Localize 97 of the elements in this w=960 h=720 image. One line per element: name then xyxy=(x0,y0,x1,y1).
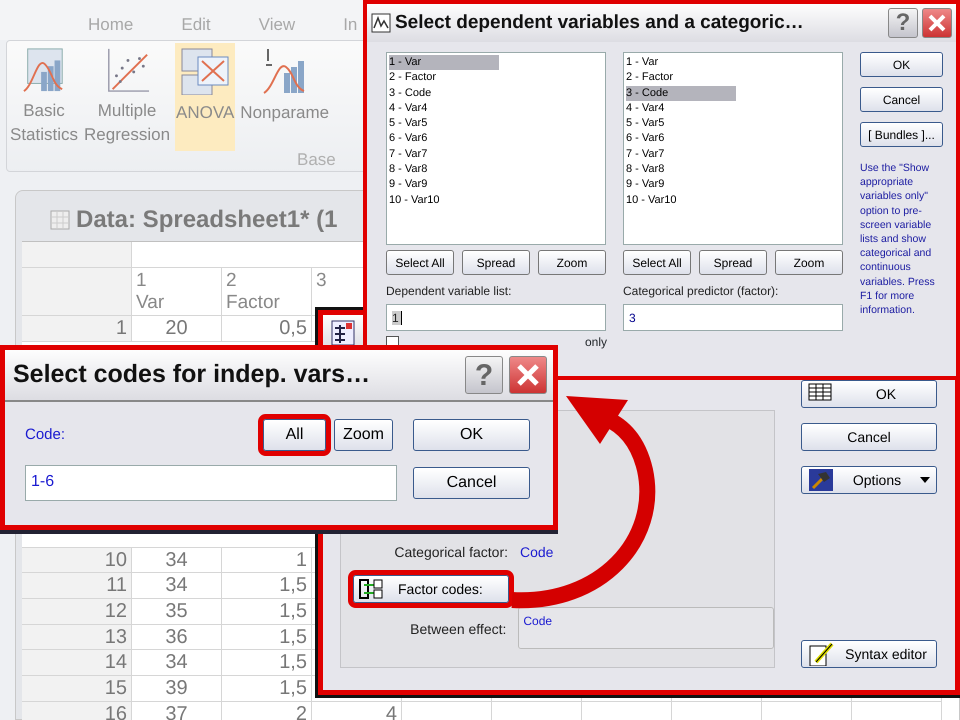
list-item[interactable]: 7 - Var7 xyxy=(626,146,736,162)
list-item[interactable]: 1 - Var xyxy=(389,55,499,70)
window-title: Select codes for indep. vars… xyxy=(13,359,372,390)
dialog-button[interactable]: Zoom xyxy=(334,419,393,451)
help-button[interactable]: ? xyxy=(888,8,918,38)
table-cell: 34 xyxy=(132,650,222,676)
row-number: 14 xyxy=(22,650,132,676)
field-label: Dependent variable list: xyxy=(386,283,512,300)
list-item[interactable]: 4 - Var4 xyxy=(389,100,499,116)
table-cell: 20 xyxy=(132,316,222,342)
row-number: 16 xyxy=(22,702,132,720)
field-label: Code: xyxy=(25,424,66,445)
list-item[interactable]: 8 - Var8 xyxy=(389,162,499,178)
help-text: Use the "Show appropriate variables only" option to pre-screen variable lists and show categorical and continuous variables. Press F1 for more information. xyxy=(860,161,936,318)
list-button[interactable]: Select All xyxy=(386,250,454,275)
ribbon-group-label: Base xyxy=(297,149,336,171)
variable-list[interactable]: 1 - Var 2 - Factor 3 - Code 4 - Var4 5 - Var5 6 - Var6 7 - Var7 8 - Var8 9 - Var9 10 - Var10 xyxy=(623,52,843,245)
chart-icon xyxy=(371,13,391,33)
row-number: 12 xyxy=(22,599,132,625)
list-item[interactable]: 2 - Factor xyxy=(389,70,499,86)
window-title: Select dependent variables and a categoric… xyxy=(395,10,805,35)
list-item[interactable]: 7 - Var7 xyxy=(389,146,499,162)
table-cell: 35 xyxy=(132,599,222,625)
variable-list[interactable]: 1 - Var 2 - Factor 3 - Code 4 - Var4 5 - Var5 6 - Var6 7 - Var7 8 - Var8 9 - Var9 10 - Var10 xyxy=(386,52,606,245)
dialog-button[interactable]: OK xyxy=(860,52,943,77)
grid-arrows-icon xyxy=(358,578,384,600)
list-item[interactable]: 9 - Var9 xyxy=(626,177,736,193)
dialog-button[interactable]: Cancel xyxy=(801,423,937,451)
hammer-icon xyxy=(808,468,834,492)
table-cell: 34 xyxy=(132,548,222,574)
list-item[interactable]: 6 - Var6 xyxy=(626,131,736,147)
row-number: 13 xyxy=(22,624,132,650)
list-item[interactable]: 9 - Var9 xyxy=(389,177,499,193)
text-field[interactable]: 3 xyxy=(623,304,843,331)
pencil-icon xyxy=(808,642,834,666)
field-label: Categorical predictor (factor): xyxy=(623,283,780,300)
close-button[interactable] xyxy=(922,8,952,38)
list-item[interactable]: 4 - Var4 xyxy=(626,100,736,116)
text-field[interactable]: 1 xyxy=(386,304,606,331)
column-name: Factor xyxy=(226,292,281,314)
table-cell: 2 xyxy=(222,702,312,720)
dialog-button[interactable]: Options xyxy=(801,466,937,494)
row-number: 15 xyxy=(22,676,132,702)
list-item[interactable]: 10 - Var10 xyxy=(626,192,736,208)
list-button[interactable]: Spread xyxy=(699,250,767,275)
dialog-button[interactable]: OK xyxy=(801,380,937,408)
list-item[interactable]: 3 - Code xyxy=(389,86,499,101)
dialog-button[interactable]: [ Bundles ]... xyxy=(860,122,943,147)
list-item[interactable]: 5 - Var5 xyxy=(626,116,736,132)
table-cell: 37 xyxy=(132,702,222,720)
table-cell: 1,5 xyxy=(222,676,312,702)
list-button[interactable]: Select All xyxy=(623,250,691,275)
dialog-button[interactable]: Cancel xyxy=(413,467,530,499)
table-cell: 39 xyxy=(132,676,222,702)
table-cell: 0,5 xyxy=(222,316,312,342)
field-label: Categorical factor: xyxy=(393,543,508,562)
field-value: Code xyxy=(520,543,554,562)
row-number: 10 xyxy=(22,548,132,574)
dialog-button[interactable]: Cancel xyxy=(860,87,943,112)
column-number: 1 xyxy=(136,270,148,292)
field-value: Code xyxy=(523,614,552,628)
table-cell: 1,5 xyxy=(222,573,312,600)
row-number: 11 xyxy=(22,573,132,600)
table-cell: 36 xyxy=(132,624,222,650)
list-item[interactable]: 1 - Var xyxy=(626,55,736,70)
list-item[interactable]: 8 - Var8 xyxy=(626,162,736,178)
caret-icon xyxy=(920,477,930,483)
row-number: 1 xyxy=(22,316,132,342)
grid-icon xyxy=(50,210,70,230)
table-icon xyxy=(331,320,355,346)
table-cell: 1,5 xyxy=(222,599,312,625)
dialog-button[interactable]: Syntax editor xyxy=(801,640,937,668)
list-button[interactable]: Zoom xyxy=(538,250,606,275)
list-button[interactable]: Zoom xyxy=(775,250,843,275)
list-button[interactable]: Spread xyxy=(462,250,530,275)
table-cell: 1,5 xyxy=(222,650,312,676)
table-cell: 1 xyxy=(222,548,312,574)
table-cell: 34 xyxy=(132,573,222,600)
window-title: Data: Spreadsheet1* (1 xyxy=(76,205,338,235)
list-item[interactable]: 5 - Var5 xyxy=(389,116,499,132)
help-button[interactable]: ? xyxy=(465,356,503,394)
table-cell: 4 xyxy=(312,702,402,720)
grid-chart-icon xyxy=(180,47,230,95)
close-button[interactable] xyxy=(509,356,547,394)
code-field[interactable]: 1-6 xyxy=(25,465,397,501)
field-label: Between effect: xyxy=(409,620,506,639)
list-item[interactable]: 3 - Code xyxy=(626,86,736,101)
list-item[interactable]: 10 - Var10 xyxy=(389,192,499,208)
list-item[interactable]: 6 - Var6 xyxy=(389,131,499,147)
list-item[interactable]: 2 - Factor xyxy=(626,70,736,86)
close-icon xyxy=(928,14,946,32)
checkbox-label: only xyxy=(585,334,608,351)
column-name: Var xyxy=(136,292,166,314)
column-number: 2 xyxy=(226,270,238,292)
table-cell: 1,5 xyxy=(222,624,312,650)
dialog-button[interactable]: OK xyxy=(413,419,530,451)
close-icon xyxy=(516,363,540,387)
